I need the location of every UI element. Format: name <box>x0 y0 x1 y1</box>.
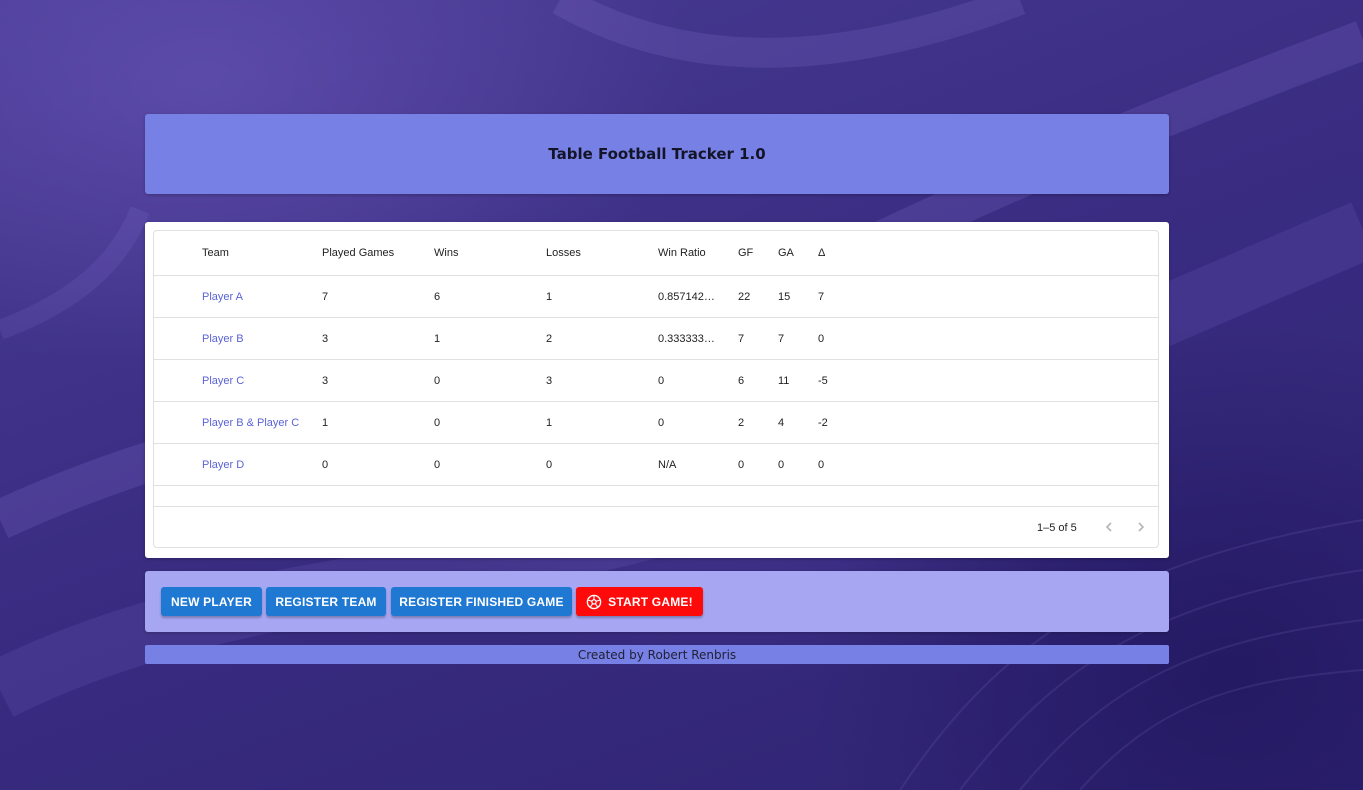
win-ratio-value: 0.333333333333333 <box>658 332 720 345</box>
column-header-goals-for[interactable]: GF <box>738 231 773 275</box>
table-row[interactable]: Player B 3 1 2 0.333333333333333 7 7 0 <box>154 318 1158 360</box>
actions-bar: NEW PLAYER REGISTER TEAM REGISTER FINISH… <box>145 571 1169 632</box>
wins-cell: 0 <box>434 458 441 471</box>
win-ratio-cell: N/A <box>658 444 720 485</box>
played-games-cell: 3 <box>322 374 329 387</box>
goals-against-cell: 4 <box>778 416 785 429</box>
played-games-cell: 1 <box>322 416 329 429</box>
goals-for-cell: 0 <box>738 458 745 471</box>
win-ratio-cell: 0 <box>658 360 720 401</box>
win-ratio-value: 0 <box>658 416 665 429</box>
played-games-cell: 7 <box>322 290 329 303</box>
wins-cell: 1 <box>434 332 441 345</box>
wins-cell: 0 <box>434 416 441 429</box>
column-header-losses[interactable]: Losses <box>546 231 651 275</box>
team-link[interactable]: Player A <box>202 276 317 317</box>
losses-cell: 2 <box>546 332 553 345</box>
team-link[interactable]: Player B <box>202 318 317 359</box>
start-game-label: START GAME! <box>608 594 693 609</box>
wins-cell: 6 <box>434 290 441 303</box>
table-pagination: 1–5 of 5 <box>154 506 1158 548</box>
win-ratio-cell: 0.857142857142857 <box>658 276 720 317</box>
goal-difference-cell: 7 <box>818 290 825 303</box>
goal-difference-cell: -5 <box>818 374 828 387</box>
standings-card: Team Played Games Wins Losses Win Ratio … <box>145 222 1169 558</box>
start-game-button[interactable]: START GAME! <box>576 587 703 616</box>
credits-footer: Created by Robert Renbris <box>145 645 1169 664</box>
goals-against-cell: 0 <box>778 458 785 471</box>
column-header-goal-difference[interactable]: Δ <box>818 231 853 275</box>
team-link[interactable]: Player D <box>202 444 317 485</box>
team-link[interactable]: Player C <box>202 360 317 401</box>
played-games-cell: 3 <box>322 332 329 345</box>
goal-difference-cell: 0 <box>818 458 825 471</box>
column-header-win-ratio[interactable]: Win Ratio <box>658 231 720 275</box>
win-ratio-value: 0.857142857142857 <box>658 290 720 303</box>
table-row[interactable]: Player A 7 6 1 0.857142857142857 22 15 7 <box>154 276 1158 318</box>
app-header: Table Football Tracker 1.0 <box>145 114 1169 194</box>
goals-for-cell: 22 <box>738 290 751 303</box>
goal-difference-cell: 0 <box>818 332 825 345</box>
goals-for-cell: 7 <box>738 332 745 345</box>
win-ratio-cell: 0 <box>658 402 720 443</box>
chevron-left-icon[interactable] <box>1097 515 1121 539</box>
goals-against-cell: 11 <box>778 374 790 387</box>
column-header-played-games[interactable]: Played Games <box>322 231 427 275</box>
table-header-row: Team Played Games Wins Losses Win Ratio … <box>154 231 1158 276</box>
wins-cell: 0 <box>434 374 441 387</box>
win-ratio-cell: 0.333333333333333 <box>658 318 720 359</box>
column-header-goals-against[interactable]: GA <box>778 231 813 275</box>
win-ratio-value: N/A <box>658 458 677 471</box>
standings-table: Team Played Games Wins Losses Win Ratio … <box>153 230 1159 548</box>
column-header-team[interactable]: Team <box>202 231 317 275</box>
column-header-wins[interactable]: Wins <box>434 231 539 275</box>
goals-for-cell: 2 <box>738 416 745 429</box>
soccer-ball-icon <box>586 594 602 610</box>
chevron-right-icon[interactable] <box>1129 515 1153 539</box>
goal-difference-cell: -2 <box>818 416 828 429</box>
table-row[interactable]: Player C 3 0 3 0 6 11 -5 <box>154 360 1158 402</box>
losses-cell: 1 <box>546 416 553 429</box>
table-row[interactable]: Player B & Player C 1 0 1 0 2 4 -2 <box>154 402 1158 444</box>
played-games-cell: 0 <box>322 458 329 471</box>
new-player-button[interactable]: NEW PLAYER <box>161 587 262 616</box>
app-title: Table Football Tracker 1.0 <box>548 145 766 163</box>
credits-text: Created by Robert Renbris <box>577 647 737 662</box>
losses-cell: 3 <box>546 374 553 387</box>
goals-against-cell: 15 <box>778 290 791 303</box>
team-link[interactable]: Player B & Player C <box>202 402 317 443</box>
register-finished-game-button[interactable]: REGISTER FINISHED GAME <box>391 587 572 616</box>
losses-cell: 0 <box>546 458 553 471</box>
register-team-button[interactable]: REGISTER TEAM <box>266 587 386 616</box>
losses-cell: 1 <box>546 290 553 303</box>
goals-for-cell: 6 <box>738 374 745 387</box>
pagination-range: 1–5 of 5 <box>1037 522 1077 534</box>
table-row[interactable]: Player D 0 0 0 N/A 0 0 0 <box>154 444 1158 486</box>
win-ratio-value: 0 <box>658 374 665 387</box>
goals-against-cell: 7 <box>778 332 785 345</box>
